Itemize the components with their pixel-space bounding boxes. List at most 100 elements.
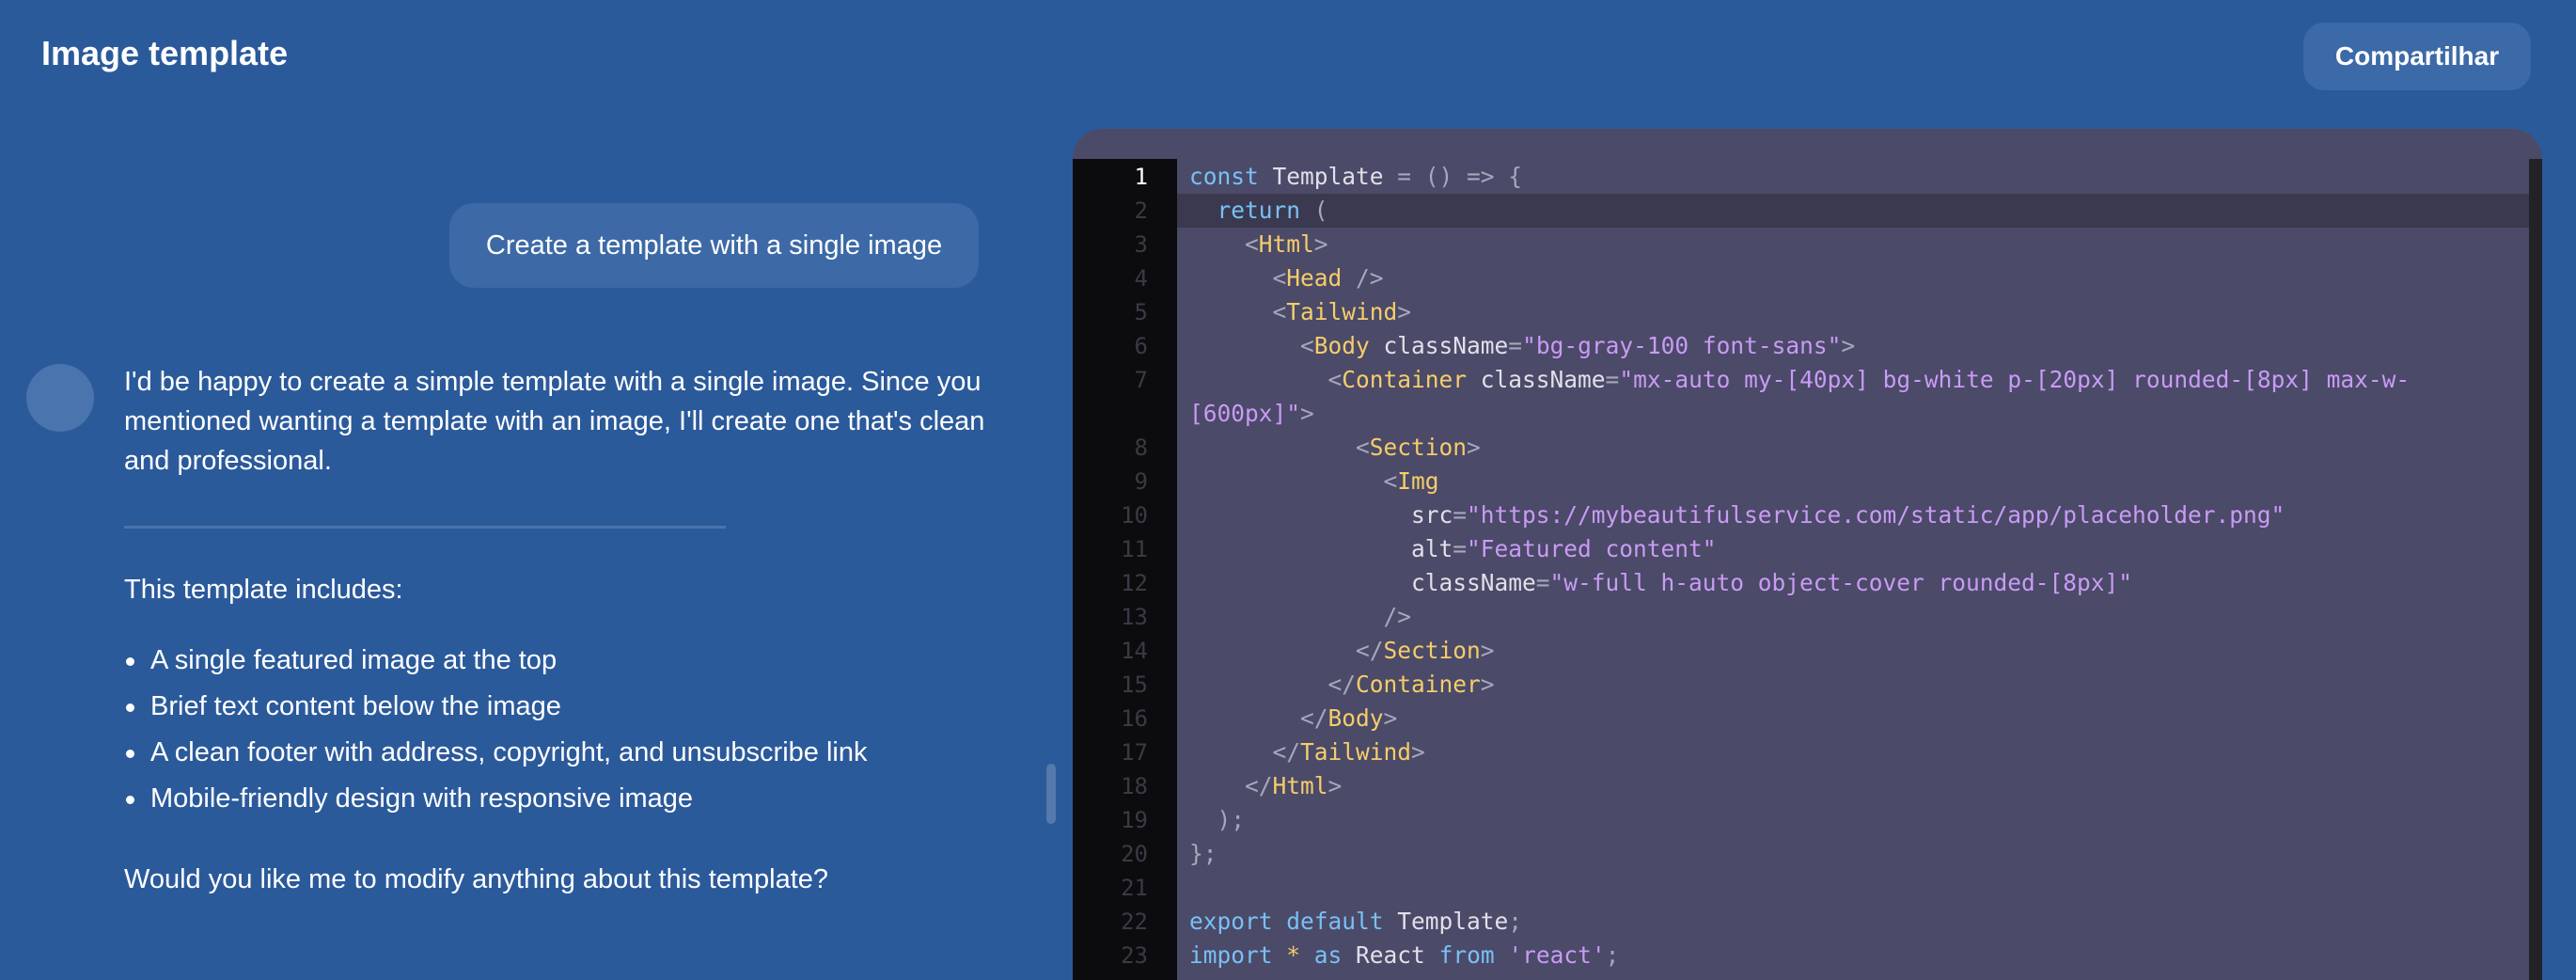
code-token: Img xyxy=(1397,467,1439,495)
code-token: < xyxy=(1189,366,1343,393)
code-line: /> xyxy=(1189,600,1412,634)
code-token: as xyxy=(1300,941,1343,969)
code-line: const Template = () => { xyxy=(1189,160,1522,194)
code-token: React xyxy=(1342,941,1425,969)
line-number: 5 xyxy=(1134,299,1148,325)
line-number: 22 xyxy=(1121,909,1148,935)
code-token: </ xyxy=(1189,704,1328,732)
line-number: 4 xyxy=(1134,265,1148,292)
code-token: ( xyxy=(1300,197,1328,224)
code-token: > xyxy=(1841,332,1856,359)
code-token: Section xyxy=(1383,637,1481,664)
code-token: = () => { xyxy=(1397,163,1523,190)
assistant-intro: I'd be happy to create a simple template… xyxy=(124,367,985,476)
code-token: }; xyxy=(1189,840,1217,867)
code-token: > xyxy=(1467,434,1481,461)
panel-resize-handle[interactable] xyxy=(1046,764,1056,824)
code-token: </ xyxy=(1189,637,1384,664)
code-line: return ( xyxy=(1189,194,1328,228)
code-token: Head xyxy=(1286,264,1343,292)
code-token: className xyxy=(1369,332,1509,359)
line-number: 13 xyxy=(1121,604,1148,630)
code-token: return xyxy=(1189,197,1301,224)
line-number: 21 xyxy=(1121,875,1148,901)
list-item: Brief text content below the image xyxy=(124,684,989,730)
code-token: /> xyxy=(1189,603,1412,630)
line-number: 7 xyxy=(1134,367,1148,393)
line-number: 18 xyxy=(1121,773,1148,799)
code-token: Template xyxy=(1383,908,1509,935)
code-editor[interactable]: 1 2 3 4 5 6 7 8 9 10 11 12 13 14 15 16 17 18 19 20 21 22 23 co… xyxy=(1073,129,2542,980)
code-token: "Featured content" xyxy=(1467,535,1717,562)
code-line: [600px]"> xyxy=(1189,397,1314,431)
code-token: = xyxy=(1605,366,1620,393)
code-line: </Body> xyxy=(1189,702,1397,735)
line-number: 2 xyxy=(1134,198,1148,224)
code-line: src="https://mybeautifulservice.com/stat… xyxy=(1189,498,2285,532)
code-token: src xyxy=(1189,501,1453,529)
line-number: 17 xyxy=(1121,739,1148,766)
code-token: = xyxy=(1535,569,1550,596)
line-number: 11 xyxy=(1121,536,1148,562)
code-token: /> xyxy=(1342,264,1384,292)
line-number: 6 xyxy=(1134,333,1148,359)
line-number: 12 xyxy=(1121,570,1148,596)
code-line: </Tailwind> xyxy=(1189,735,1425,769)
code-token: > xyxy=(1327,772,1343,799)
code-token: Tailwind xyxy=(1300,738,1412,766)
code-token: Body xyxy=(1327,704,1384,732)
code-line: ); xyxy=(1189,803,1246,837)
code-token: from xyxy=(1424,941,1495,969)
code-token: > xyxy=(1383,704,1398,732)
line-number: 19 xyxy=(1121,807,1148,833)
code-token: "w-full h-auto object-cover rounded-[8px… xyxy=(1549,569,2133,596)
code-line: <Section> xyxy=(1189,431,1481,465)
code-token: < xyxy=(1189,264,1287,292)
line-number: 9 xyxy=(1134,468,1148,495)
feature-list: A single featured image at the top Brief… xyxy=(124,638,989,822)
code-line: </Section> xyxy=(1189,634,1495,668)
code-token: "mx-auto my-[40px] bg-white p-[20px] rou… xyxy=(1619,366,2411,393)
assistant-closing: Would you like me to modify anything abo… xyxy=(124,864,829,894)
code-token: Section xyxy=(1369,434,1468,461)
assistant-message: I'd be happy to create a simple template… xyxy=(124,362,989,899)
code-token: </ xyxy=(1189,671,1357,698)
code-line: }; xyxy=(1189,837,1217,871)
code-token: > xyxy=(1480,637,1495,664)
code-token: className xyxy=(1189,569,1536,596)
page-title: Image template xyxy=(41,34,289,72)
code-token: Template xyxy=(1258,163,1398,190)
code-token: </ xyxy=(1189,772,1273,799)
code-token: </ xyxy=(1189,738,1301,766)
current-line-highlight xyxy=(1177,194,2529,228)
code-token: alt xyxy=(1189,535,1453,562)
code-token: Body xyxy=(1313,332,1370,359)
code-line: </Container> xyxy=(1189,668,1495,702)
line-number: 16 xyxy=(1121,705,1148,732)
code-token: < xyxy=(1189,434,1370,461)
line-number: 1 xyxy=(1134,164,1148,190)
editor-scrollbar[interactable] xyxy=(2529,159,2542,980)
user-message-bubble: Create a template with a single image xyxy=(449,203,979,288)
code-token: "bg-gray-100 font-sans" xyxy=(1522,332,1842,359)
share-button[interactable]: Compartilhar xyxy=(2303,23,2531,90)
code-token: > xyxy=(1300,400,1314,427)
line-number: 23 xyxy=(1121,942,1148,969)
code-token: = xyxy=(1508,332,1523,359)
code-token: ; xyxy=(1508,908,1523,935)
code-token: * xyxy=(1272,941,1301,969)
code-token: < xyxy=(1189,332,1314,359)
code-token: > xyxy=(1411,738,1425,766)
code-area[interactable]: const Template = () => { return ( <Html>… xyxy=(1177,159,2529,980)
line-number: 15 xyxy=(1121,672,1148,698)
code-line: import * as React from 'react'; xyxy=(1189,939,1619,972)
code-line: <Img xyxy=(1189,465,1439,498)
line-number: 8 xyxy=(1134,435,1148,461)
message-divider xyxy=(124,526,726,529)
list-item: A clean footer with address, copyright, … xyxy=(124,730,989,776)
code-token: ; xyxy=(1605,941,1620,969)
line-number-gutter: 1 2 3 4 5 6 7 8 9 10 11 12 13 14 15 16 17 18 19 20 21 22 23 xyxy=(1073,159,1177,980)
code-token: = xyxy=(1453,535,1468,562)
list-item: Mobile-friendly design with responsive i… xyxy=(124,776,989,822)
line-number: 20 xyxy=(1121,841,1148,867)
